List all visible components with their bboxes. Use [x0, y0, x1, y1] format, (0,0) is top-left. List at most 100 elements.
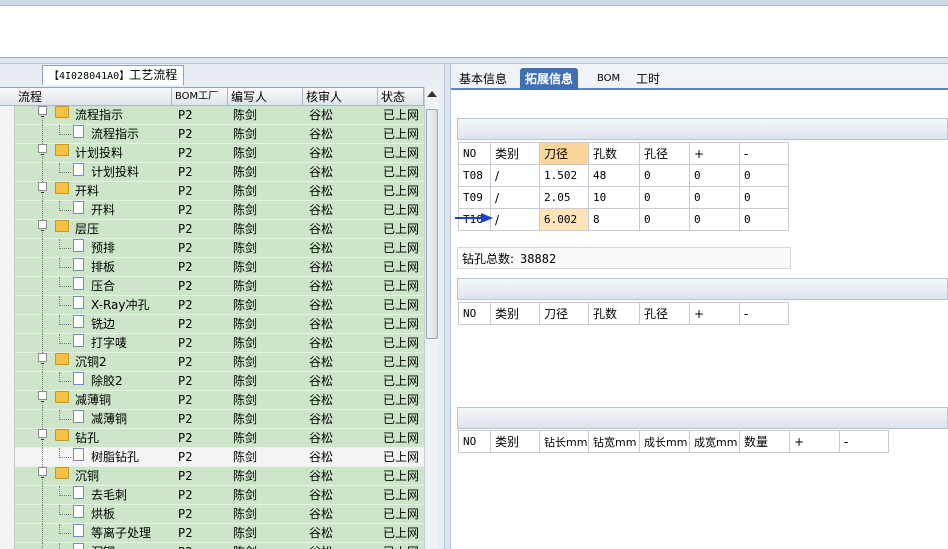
cell-writer: 陈剑 — [233, 298, 258, 312]
cell-bom: P2 — [178, 203, 193, 217]
cell-minus[interactable]: 0 — [739, 208, 789, 231]
table-row[interactable]: - 沉铜2 P2 陈剑 谷松 已上网 — [15, 353, 424, 372]
table-row[interactable]: 开料 P2 陈剑 谷松 已上网 — [15, 201, 424, 220]
cell-writer: 陈剑 — [233, 412, 258, 426]
tab-work-hours[interactable]: 工时 — [631, 68, 665, 90]
document-icon — [73, 410, 84, 423]
step-name: 去毛刺 — [91, 488, 128, 502]
step-name: 减薄铜 — [91, 412, 128, 426]
cell-reviewer: 谷松 — [309, 412, 334, 426]
cell-reviewer: 谷松 — [309, 165, 334, 179]
cell-status: 已上网 — [383, 203, 420, 217]
table-row[interactable]: T09 / 2.05 10 0 0 0 — [458, 186, 789, 209]
table-row[interactable]: 等离子处理 P2 陈剑 谷松 已上网 — [15, 524, 424, 543]
scroll-up-icon[interactable] — [427, 91, 437, 97]
cell-plus[interactable]: 0 — [689, 208, 740, 231]
process-tab-code: 【4I028041A0】 — [49, 71, 130, 82]
table-row[interactable]: - 层压 P2 陈剑 谷松 已上网 — [15, 220, 424, 239]
table-row[interactable]: 预排 P2 陈剑 谷松 已上网 — [15, 239, 424, 258]
table-row[interactable]: 树脂钻孔 P2 陈剑 谷松 已上网 — [15, 448, 424, 467]
cell-writer: 陈剑 — [233, 469, 258, 483]
table-row[interactable]: - 流程指示 P2 陈剑 谷松 已上网 — [15, 106, 424, 125]
cell-bom: P2 — [178, 374, 193, 388]
cell-plus[interactable]: 0 — [689, 186, 740, 209]
collapse-icon[interactable]: - — [38, 106, 47, 123]
table-row[interactable]: 计划投料 P2 陈剑 谷松 已上网 — [15, 163, 424, 182]
cell-writer: 陈剑 — [233, 431, 258, 445]
cell-hole-count[interactable]: 48 — [588, 164, 640, 187]
cell-hole-diameter[interactable]: 0 — [639, 208, 690, 231]
cell-tool-diameter[interactable]: 6.002 — [539, 208, 589, 231]
cell-tool-diameter[interactable]: 2.05 — [539, 186, 589, 209]
table-row[interactable]: - 开料 P2 陈剑 谷松 已上网 — [15, 182, 424, 201]
table-row[interactable]: 去毛刺 P2 陈剑 谷松 已上网 — [15, 486, 424, 505]
col-plus: + — [689, 142, 740, 165]
col-type: 类别 — [490, 430, 540, 453]
table-row[interactable]: T10 / 6.002 8 0 0 0 — [458, 208, 789, 231]
cell-no: T08 — [458, 164, 491, 187]
tab-basic-info[interactable]: 基本信息 — [454, 68, 512, 90]
cell-status: 已上网 — [383, 241, 420, 255]
cell-status: 已上网 — [383, 298, 420, 312]
table-row[interactable]: T08 / 1.502 48 0 0 0 — [458, 164, 789, 187]
header-flow[interactable]: 流程 — [15, 88, 172, 106]
header-bom[interactable]: BOM工厂 — [172, 88, 228, 106]
cell-hole-diameter[interactable]: 0 — [639, 164, 690, 187]
col-finished-width: 成宽mm — [689, 430, 740, 453]
collapse-icon[interactable]: - — [38, 429, 47, 446]
step-name: 沉铜2 — [75, 355, 107, 369]
tree-line — [59, 277, 71, 287]
table-row[interactable]: - 减薄铜 P2 陈剑 谷松 已上网 — [15, 391, 424, 410]
right-tab-bar: 基本信息 拓展信息 BOM 工时 — [451, 64, 948, 90]
table-row[interactable]: - 钻孔 P2 陈剑 谷松 已上网 — [15, 429, 424, 448]
cell-hole-diameter[interactable]: 0 — [639, 186, 690, 209]
cell-minus[interactable]: 0 — [739, 186, 789, 209]
cell-writer: 陈剑 — [233, 203, 258, 217]
cell-hole-count[interactable]: 8 — [588, 208, 640, 231]
grid-scrollbar[interactable] — [424, 87, 439, 549]
cell-hole-count[interactable]: 10 — [588, 186, 640, 209]
cell-plus[interactable]: 0 — [689, 164, 740, 187]
cell-writer: 陈剑 — [233, 108, 258, 122]
tab-extended-info[interactable]: 拓展信息 — [520, 68, 579, 90]
cell-status: 已上网 — [383, 507, 420, 521]
table-row[interactable]: 沉铜 P2 陈剑 谷松 已上网 — [15, 543, 424, 549]
collapse-icon[interactable]: - — [38, 391, 47, 408]
collapse-icon[interactable]: - — [38, 467, 47, 484]
collapse-icon[interactable]: - — [38, 353, 47, 370]
table-row[interactable]: - 计划投料 P2 陈剑 谷松 已上网 — [15, 144, 424, 163]
table-row[interactable]: 铣边 P2 陈剑 谷松 已上网 — [15, 315, 424, 334]
table-row[interactable]: 压合 P2 陈剑 谷松 已上网 — [15, 277, 424, 296]
table-row[interactable]: X-Ray冲孔 P2 陈剑 谷松 已上网 — [15, 296, 424, 315]
table-row[interactable]: 烘板 P2 陈剑 谷松 已上网 — [15, 505, 424, 524]
collapse-icon[interactable]: - — [38, 144, 47, 161]
header-reviewer[interactable]: 核审人 — [303, 88, 378, 106]
cell-tool-diameter[interactable]: 1.502 — [539, 164, 589, 187]
table-row[interactable]: 打字唛 P2 陈剑 谷松 已上网 — [15, 334, 424, 353]
header-writer[interactable]: 编写人 — [228, 88, 303, 106]
tree-line — [59, 334, 71, 344]
table-row[interactable]: - 沉铜 P2 陈剑 谷松 已上网 — [15, 467, 424, 486]
folder-icon — [55, 353, 69, 365]
tab-bom[interactable]: BOM — [592, 68, 625, 90]
process-tab[interactable]: 【4I028041A0】工艺流程 — [42, 65, 185, 85]
tree-line — [59, 201, 71, 211]
cell-writer: 陈剑 — [233, 165, 258, 179]
table-row[interactable]: 除胶2 P2 陈剑 谷松 已上网 — [15, 372, 424, 391]
step-name: 沉铜 — [75, 469, 100, 483]
second-table-header: NO 类别 刀径 孔数 孔径 + - — [458, 302, 789, 325]
document-icon — [73, 315, 84, 328]
cell-minus[interactable]: 0 — [739, 164, 789, 187]
scroll-thumb[interactable] — [426, 109, 438, 339]
table-row[interactable]: 排板 P2 陈剑 谷松 已上网 — [15, 258, 424, 277]
vertical-splitter[interactable] — [444, 64, 451, 549]
cell-writer: 陈剑 — [233, 526, 258, 540]
table-row[interactable]: 减薄铜 P2 陈剑 谷松 已上网 — [15, 410, 424, 429]
table-row[interactable]: 流程指示 P2 陈剑 谷松 已上网 — [15, 125, 424, 144]
collapse-icon[interactable]: - — [38, 182, 47, 199]
collapse-icon[interactable]: - — [38, 220, 47, 237]
cell-writer: 陈剑 — [233, 507, 258, 521]
header-status[interactable]: 状态 — [378, 88, 424, 106]
cell-bom: P2 — [178, 260, 193, 274]
cell-writer: 陈剑 — [233, 450, 258, 464]
